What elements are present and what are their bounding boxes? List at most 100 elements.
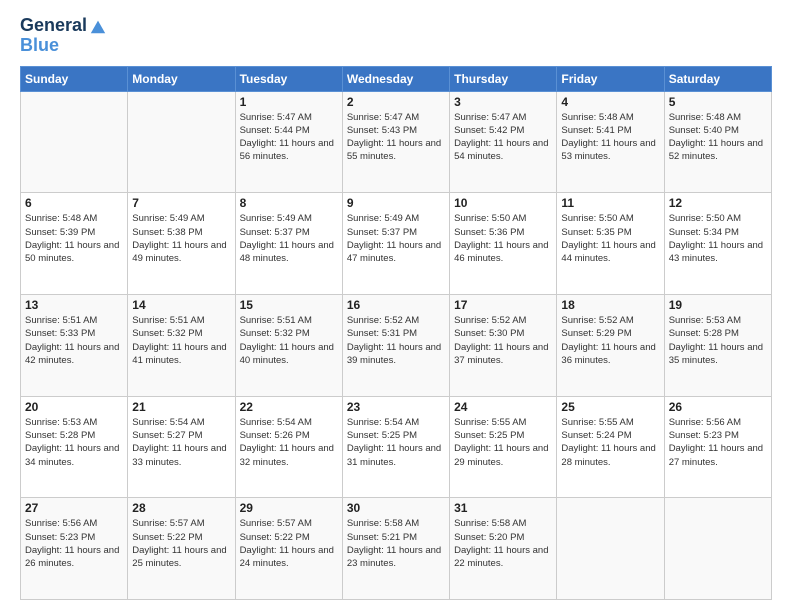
day-info: Sunrise: 5:52 AM Sunset: 5:31 PM Dayligh… [347,314,445,367]
calendar: SundayMondayTuesdayWednesdayThursdayFrid… [20,66,772,600]
day-number: 30 [347,501,445,515]
day-info: Sunrise: 5:52 AM Sunset: 5:30 PM Dayligh… [454,314,552,367]
day-cell: 14Sunrise: 5:51 AM Sunset: 5:32 PM Dayli… [128,294,235,396]
day-info: Sunrise: 5:51 AM Sunset: 5:33 PM Dayligh… [25,314,123,367]
day-cell: 19 Sunrise: 5:53 AM Sunset: 5:28 PM Dayli… [664,294,771,396]
day-info: Sunrise: 5:47 AM Sunset: 5:43 PM Dayligh… [347,111,445,164]
header-day: Saturday [664,66,771,91]
day-cell: 18 Sunrise: 5:52 AM Sunset: 5:29 PM Dayli… [557,294,664,396]
day-info: Sunrise: 5:51 AM Sunset: 5:32 PM Dayligh… [132,314,230,367]
day-info: Sunrise: 5:50 AM Sunset: 5:36 PM Dayligh… [454,212,552,265]
header-day: Wednesday [342,66,449,91]
day-info: Sunrise: 5:47 AM Sunset: 5:44 PM Dayligh… [240,111,338,164]
day-number: 11 [561,196,659,210]
day-cell: 1Sunrise: 5:47 AM Sunset: 5:44 PM Daylig… [235,91,342,193]
day-number: 10 [454,196,552,210]
day-number: 29 [240,501,338,515]
day-cell [557,498,664,600]
day-info: Sunrise: 5:54 AM Sunset: 5:26 PM Dayligh… [240,416,338,469]
day-cell: 2Sunrise: 5:47 AM Sunset: 5:43 PM Daylig… [342,91,449,193]
day-cell: 30 Sunrise: 5:58 AM Sunset: 5:21 PM Dayli… [342,498,449,600]
day-info: Sunrise: 5:53 AM Sunset: 5:28 PM Dayligh… [669,314,767,367]
day-info: Sunrise: 5:54 AM Sunset: 5:25 PM Dayligh… [347,416,445,469]
day-number: 23 [347,400,445,414]
day-info: Sunrise: 5:47 AM Sunset: 5:42 PM Dayligh… [454,111,552,164]
day-number: 3 [454,95,552,109]
day-number: 16 [347,298,445,312]
day-info: Sunrise: 5:54 AM Sunset: 5:27 PM Dayligh… [132,416,230,469]
day-cell: 15 Sunrise: 5:51 AM Sunset: 5:32 PM Dayli… [235,294,342,396]
header-day: Monday [128,66,235,91]
day-cell: 24 Sunrise: 5:55 AM Sunset: 5:25 PM Dayli… [450,396,557,498]
day-info: Sunrise: 5:58 AM Sunset: 5:21 PM Dayligh… [347,517,445,570]
day-number: 24 [454,400,552,414]
day-cell: 5Sunrise: 5:48 AM Sunset: 5:40 PM Daylig… [664,91,771,193]
day-cell: 23 Sunrise: 5:54 AM Sunset: 5:25 PM Dayli… [342,396,449,498]
week-row: 13 Sunrise: 5:51 AM Sunset: 5:33 PM Dayli… [21,294,772,396]
week-row: 1Sunrise: 5:47 AM Sunset: 5:44 PM Daylig… [21,91,772,193]
day-info: Sunrise: 5:55 AM Sunset: 5:25 PM Dayligh… [454,416,552,469]
day-info: Sunrise: 5:48 AM Sunset: 5:41 PM Dayligh… [561,111,659,164]
day-info: Sunrise: 5:49 AM Sunset: 5:37 PM Dayligh… [347,212,445,265]
day-info: Sunrise: 5:52 AM Sunset: 5:29 PM Dayligh… [561,314,659,367]
day-cell [128,91,235,193]
day-number: 5 [669,95,767,109]
day-cell [21,91,128,193]
day-cell: 8 Sunrise: 5:49 AM Sunset: 5:37 PM Daylig… [235,193,342,295]
day-number: 20 [25,400,123,414]
header-day: Friday [557,66,664,91]
day-number: 8 [240,196,338,210]
day-number: 15 [240,298,338,312]
header-day: Thursday [450,66,557,91]
day-cell: 4 Sunrise: 5:48 AM Sunset: 5:41 PM Daylig… [557,91,664,193]
day-number: 19 [669,298,767,312]
day-info: Sunrise: 5:51 AM Sunset: 5:32 PM Dayligh… [240,314,338,367]
day-info: Sunrise: 5:49 AM Sunset: 5:37 PM Dayligh… [240,212,338,265]
page: General Blue SundayMondayTuesdayWednesda… [0,0,792,612]
day-number: 26 [669,400,767,414]
header-row: SundayMondayTuesdayWednesdayThursdayFrid… [21,66,772,91]
logo: General Blue [20,16,107,56]
day-cell: 31 Sunrise: 5:58 AM Sunset: 5:20 PM Dayli… [450,498,557,600]
day-number: 12 [669,196,767,210]
logo-text-general: General [20,16,87,36]
day-cell: 17 Sunrise: 5:52 AM Sunset: 5:30 PM Dayli… [450,294,557,396]
day-cell: 10 Sunrise: 5:50 AM Sunset: 5:36 PM Dayli… [450,193,557,295]
day-number: 22 [240,400,338,414]
day-number: 4 [561,95,659,109]
week-row: 20Sunrise: 5:53 AM Sunset: 5:28 PM Dayli… [21,396,772,498]
day-cell: 20Sunrise: 5:53 AM Sunset: 5:28 PM Dayli… [21,396,128,498]
day-cell: 29Sunrise: 5:57 AM Sunset: 5:22 PM Dayli… [235,498,342,600]
day-cell: 16 Sunrise: 5:52 AM Sunset: 5:31 PM Dayli… [342,294,449,396]
day-number: 21 [132,400,230,414]
day-info: Sunrise: 5:56 AM Sunset: 5:23 PM Dayligh… [669,416,767,469]
day-cell [664,498,771,600]
day-number: 18 [561,298,659,312]
day-number: 6 [25,196,123,210]
day-number: 17 [454,298,552,312]
header-day: Sunday [21,66,128,91]
day-info: Sunrise: 5:50 AM Sunset: 5:34 PM Dayligh… [669,212,767,265]
day-info: Sunrise: 5:55 AM Sunset: 5:24 PM Dayligh… [561,416,659,469]
day-info: Sunrise: 5:58 AM Sunset: 5:20 PM Dayligh… [454,517,552,570]
day-info: Sunrise: 5:48 AM Sunset: 5:39 PM Dayligh… [25,212,123,265]
day-cell: 22 Sunrise: 5:54 AM Sunset: 5:26 PM Dayli… [235,396,342,498]
day-number: 27 [25,501,123,515]
day-cell: 7 Sunrise: 5:49 AM Sunset: 5:38 PM Daylig… [128,193,235,295]
day-number: 13 [25,298,123,312]
header-day: Tuesday [235,66,342,91]
day-cell: 12 Sunrise: 5:50 AM Sunset: 5:34 PM Dayli… [664,193,771,295]
logo-icon [89,17,107,35]
day-info: Sunrise: 5:57 AM Sunset: 5:22 PM Dayligh… [132,517,230,570]
day-cell: 6 Sunrise: 5:48 AM Sunset: 5:39 PM Daylig… [21,193,128,295]
day-cell: 3 Sunrise: 5:47 AM Sunset: 5:42 PM Daylig… [450,91,557,193]
day-number: 9 [347,196,445,210]
day-info: Sunrise: 5:50 AM Sunset: 5:35 PM Dayligh… [561,212,659,265]
day-cell: 11 Sunrise: 5:50 AM Sunset: 5:35 PM Dayli… [557,193,664,295]
day-number: 28 [132,501,230,515]
day-number: 7 [132,196,230,210]
day-cell: 25 Sunrise: 5:55 AM Sunset: 5:24 PM Dayli… [557,396,664,498]
day-number: 25 [561,400,659,414]
day-info: Sunrise: 5:49 AM Sunset: 5:38 PM Dayligh… [132,212,230,265]
day-number: 31 [454,501,552,515]
